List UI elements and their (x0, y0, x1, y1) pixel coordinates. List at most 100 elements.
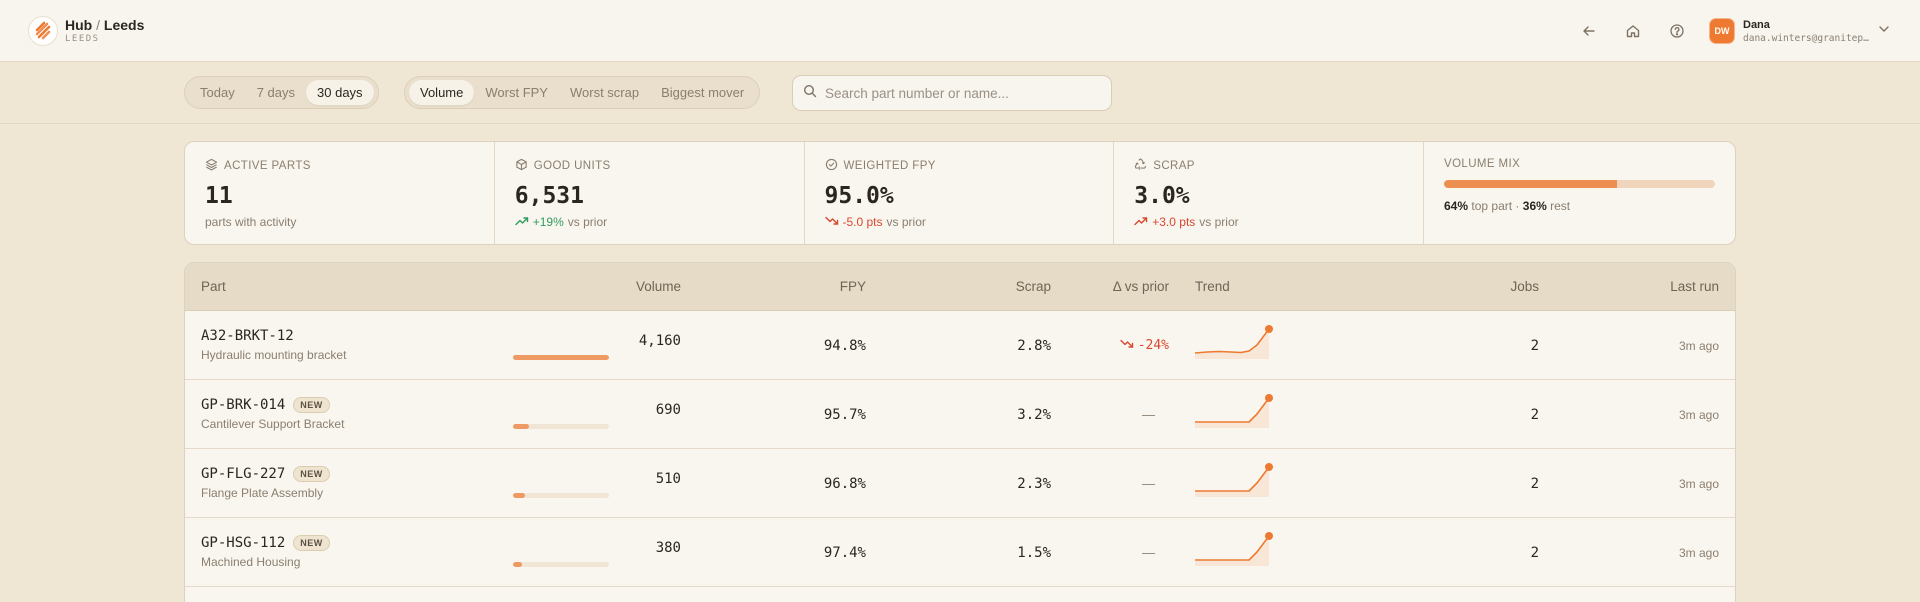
breadcrumb: Hub / Leeds (65, 17, 144, 33)
column-fpy[interactable]: FPY (840, 279, 866, 294)
user-email: dana.winters@granitep… (1743, 33, 1869, 44)
column-delta[interactable]: Δ vs prior (1113, 279, 1169, 294)
delta-cell: -24% (1119, 338, 1169, 353)
part-name: Machined Housing (201, 555, 301, 569)
column-scrap[interactable]: Scrap (1016, 279, 1051, 294)
jobs-cell: 2 (1530, 545, 1539, 561)
fpy-cell: 94.8% (823, 338, 866, 354)
home-icon[interactable] (1622, 20, 1644, 42)
sort-biggest-mover[interactable]: Biggest mover (650, 80, 755, 105)
part-code[interactable]: GP-BRK-014 NEW (201, 397, 330, 413)
jobs-cell: 2 (1530, 338, 1539, 354)
search-box[interactable] (792, 75, 1112, 111)
trend-sparkline (1195, 325, 1273, 359)
delta-cell: — (1142, 476, 1155, 491)
kpi-label: Active parts (224, 160, 311, 172)
sort-selector: Volume Worst FPY Worst scrap Biggest mov… (404, 76, 761, 109)
trend-up-icon (1134, 215, 1148, 229)
breadcrumb-separator: / (96, 17, 100, 33)
volume-bar-fill (513, 355, 609, 360)
trend-sparkline (1195, 532, 1273, 566)
kpi-strip: Active parts 11 parts with activity Good… (184, 141, 1736, 245)
fpy-cell: 97.4% (823, 545, 866, 561)
part-name: Cantilever Support Bracket (201, 417, 345, 431)
kpi-label: Volume mix (1444, 158, 1521, 170)
search-icon (803, 84, 817, 103)
top-bar: Hub / Leeds LEEDS DW Dana dana.winters@g… (0, 0, 1920, 62)
column-part[interactable]: Part (201, 279, 226, 294)
table-row[interactable]: A32-BRKT-12 Hydraulic mounting bracket 4… (185, 311, 1735, 380)
scrap-cell: 2.3% (1017, 476, 1051, 492)
volume-value: 510 (655, 471, 681, 487)
table-header: Part Volume FPY Scrap Δ vs prior Trend J… (185, 263, 1735, 311)
new-badge: NEW (293, 535, 330, 551)
fpy-cell: 96.8% (823, 476, 866, 492)
volume-value: 690 (655, 402, 681, 418)
breadcrumb-hub[interactable]: Hub (65, 17, 92, 33)
table-row[interactable]: GP-FLG-227 NEW Flange Plate Assembly 510 … (185, 449, 1735, 518)
sort-worst-scrap[interactable]: Worst scrap (559, 80, 650, 105)
column-last-run[interactable]: Last run (1670, 279, 1719, 294)
period-today[interactable]: Today (189, 80, 246, 105)
column-jobs[interactable]: Jobs (1510, 279, 1539, 294)
kpi-scrap: Scrap 3.0% +3.0 pts vs prior (1114, 142, 1424, 244)
user-name[interactable]: Dana (1743, 19, 1770, 31)
part-code[interactable]: GP-HSG-112 NEW (201, 535, 330, 551)
volume-bar-fill (513, 424, 529, 429)
kpi-delta-suffix: vs prior (1199, 215, 1239, 229)
volume-mix-bar (1444, 180, 1715, 188)
breadcrumb-site: Leeds (103, 17, 145, 33)
logo-icon[interactable] (28, 16, 58, 46)
volume-bar-fill (513, 562, 522, 567)
volume-value: 380 (655, 540, 681, 556)
table-row[interactable]: GP-HSG-112 NEW Machined Housing 380 97.4%… (185, 518, 1735, 587)
period-7-days[interactable]: 7 days (246, 80, 306, 105)
fpy-cell: 95.7% (823, 407, 866, 423)
delta-cell: — (1142, 407, 1155, 422)
table-row[interactable]: GP-BRK-014 NEW Cantilever Support Bracket… (185, 380, 1735, 449)
search-input[interactable] (825, 85, 1105, 101)
trend-sparkline (1195, 463, 1273, 497)
avatar[interactable]: DW (1709, 18, 1735, 44)
trend-up-icon (515, 215, 529, 229)
help-icon[interactable] (1666, 20, 1688, 42)
chevron-down-icon[interactable] (1877, 22, 1891, 41)
kpi-delta: +19% (532, 215, 564, 229)
kpi-weighted-fpy: Weighted FPY 95.0% -5.0 pts vs prior (805, 142, 1115, 244)
last-run-cell: 3m ago (1678, 339, 1719, 353)
volume-mix-text: 64% top part · 36% rest (1444, 199, 1571, 213)
part-code[interactable]: GP-FLG-227 NEW (201, 466, 330, 482)
layers-icon (205, 158, 218, 174)
volume-bar (513, 562, 609, 567)
volume-bar (513, 424, 609, 429)
volume-mix-fill (1444, 180, 1618, 188)
part-name: Hydraulic mounting bracket (201, 348, 347, 362)
filter-bar: Today 7 days 30 days Volume Worst FPY Wo… (0, 63, 1920, 124)
part-name: Flange Plate Assembly (201, 486, 324, 500)
kpi-value: 3.0% (1134, 183, 1190, 209)
trend-sparkline (1195, 394, 1273, 428)
new-badge: NEW (293, 397, 330, 413)
trend-down-icon (1119, 338, 1134, 353)
sort-worst-fpy[interactable]: Worst FPY (474, 80, 559, 105)
period-30-days[interactable]: 30 days (306, 80, 374, 105)
parts-table: Part Volume FPY Scrap Δ vs prior Trend J… (184, 262, 1736, 602)
last-run-cell: 3m ago (1678, 546, 1719, 560)
kpi-label: Weighted FPY (843, 160, 936, 172)
volume-bar (513, 493, 609, 498)
scrap-cell: 3.2% (1017, 407, 1051, 423)
part-code[interactable]: A32-BRKT-12 (201, 328, 294, 344)
kpi-label: Scrap (1153, 160, 1195, 172)
kpi-delta-suffix: vs prior (886, 215, 926, 229)
volume-bar-fill (513, 493, 525, 498)
delta-cell: — (1142, 545, 1155, 560)
sort-volume[interactable]: Volume (409, 80, 475, 105)
box-icon (515, 158, 528, 174)
kpi-sub: parts with activity (205, 215, 297, 229)
volume-value: 4,160 (638, 333, 681, 349)
column-volume[interactable]: Volume (636, 279, 681, 294)
kpi-value: 11 (205, 183, 233, 209)
back-arrow-icon[interactable] (1578, 20, 1600, 42)
volume-bar (513, 355, 609, 360)
scrap-cell: 2.8% (1017, 338, 1051, 354)
